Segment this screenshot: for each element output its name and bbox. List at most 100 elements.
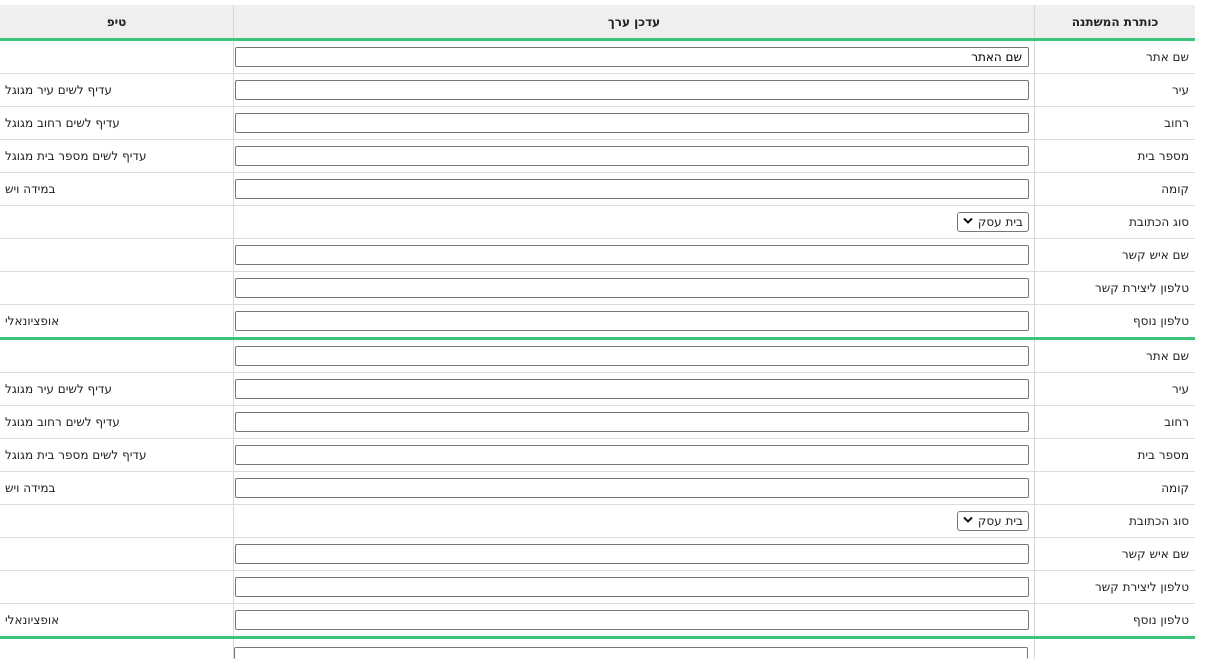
row-label: קומה [1034,472,1195,504]
row-label: טלפון נוסף [1034,604,1195,636]
table-row: עיר עדיף לשים עיר מגוגל [0,74,1195,107]
row-label-cell [1034,639,1195,659]
value-input[interactable] [235,544,1029,564]
row-label: טלפון ליצירת קשר [1034,272,1195,304]
row-label: שם איש קשר [1034,538,1195,570]
address-type-select[interactable]: בית עסק [957,511,1029,531]
value-input[interactable] [235,80,1029,100]
row-label: עיר [1034,373,1195,405]
header-tip: טיפ [106,14,127,29]
table-row: טלפון נוסף אופציונאלי [0,604,1195,636]
tip-cell: אופציונאלי [0,604,233,636]
value-cell [233,373,1034,405]
tip-cell [0,505,233,537]
value-input[interactable] [235,245,1029,265]
value-cell [233,639,1034,659]
value-input[interactable] [235,113,1029,133]
row-label: טלפון ליצירת קשר [1034,571,1195,603]
variables-table: כותרת המשתנה עדכן ערך טיפ שם אתרעירעדיף … [0,5,1195,659]
table-row: מספר בית עדיף לשים מספר בית מגוגל [0,140,1195,173]
table-row: טלפון נוסף אופציונאלי [0,305,1195,337]
address-group: שם אתרעיר עדיף לשים עיר מגוגל רחוב עדיף לשי… [0,41,1195,340]
value-cell [233,107,1034,139]
table-header: כותרת המשתנה עדכן ערך טיפ [0,5,1195,41]
value-input[interactable] [235,346,1029,366]
row-label: עיר [1034,74,1195,106]
value-input[interactable] [235,47,1029,67]
value-cell: בית עסק [233,505,1034,537]
tip-cell [0,239,233,271]
value-cell [233,41,1034,73]
tip-cell: במידה ויש [0,472,233,504]
tip-cell: עדיף לשים רחוב מגוגל [0,406,233,438]
tip-cell: עדיף לשים מספר בית מגוגל [0,439,233,471]
value-input[interactable] [235,412,1029,432]
row-label: שם אתר [1034,41,1195,73]
row-label: טלפון נוסף [1034,305,1195,337]
header-edit-value: עדכן ערך [233,5,1034,38]
value-cell: בית עסק [233,206,1034,238]
table-row: עיר עדיף לשים עיר מגוגל [0,373,1195,406]
table-row: שם איש קשר [0,239,1195,272]
value-input[interactable] [235,445,1029,465]
address-type-select[interactable]: בית עסק [957,212,1029,232]
tip-text: אופציונאלי [5,613,60,627]
tip-cell [0,538,233,570]
tip-cell [0,206,233,238]
row-label: מספר בית [1034,140,1195,172]
value-cell [233,538,1034,570]
value-cell [233,406,1034,438]
table-row: סוג הכתובת בית עסק [0,206,1195,239]
tip-text: עדיף לשים עיר מגוגל [5,382,112,396]
chevron-down-icon [963,217,973,228]
value-cell [233,571,1034,603]
value-cell [233,173,1034,205]
table-row: קומה במידה ויש [0,173,1195,206]
row-label: סוג הכתובת [1034,206,1195,238]
table-row: טלפון ליצירת קשר [0,272,1195,305]
value-cell [233,604,1034,636]
value-cell [233,305,1034,337]
tip-cell: עדיף לשים עיר מגוגל [0,74,233,106]
table-row: קומה במידה ויש [0,472,1195,505]
value-input[interactable] [235,311,1029,331]
value-input[interactable] [235,577,1029,597]
value-input[interactable] [235,146,1029,166]
tip-cell: אופציונאלי [0,305,233,337]
value-cell [233,340,1034,372]
value-input[interactable] [235,610,1029,630]
table-row: שם איש קשר [0,538,1195,571]
row-label: סוג הכתובת [1034,505,1195,537]
value-cell [233,439,1034,471]
tip-cell: עדיף לשים רחוב מגוגל [0,107,233,139]
row-label: שם אתר [1034,340,1195,372]
value-input[interactable] [235,179,1029,199]
select-value: בית עסק [977,215,1023,229]
tip-text: עדיף לשים מספר בית מגוגל [5,448,147,462]
value-cell [233,239,1034,271]
value-input[interactable] [235,278,1029,298]
row-label: שם איש קשר [1034,239,1195,271]
table-row: מספר בית עדיף לשים מספר בית מגוגל [0,439,1195,472]
next-group-row [0,639,1195,659]
tip-text: עדיף לשים רחוב מגוגל [5,116,120,130]
value-input[interactable] [235,478,1029,498]
select-value: בית עסק [977,514,1023,528]
row-label: קומה [1034,173,1195,205]
tip-text: במידה ויש [5,182,56,196]
tip-text: עדיף לשים מספר בית מגוגל [5,149,147,163]
tip-cell: עדיף לשים מספר בית מגוגל [0,140,233,172]
header-variable-title: כותרת המשתנה [1034,5,1195,38]
table-row: שם אתר [0,41,1195,74]
table-row: טלפון ליצירת קשר [0,571,1195,604]
row-label: מספר בית [1034,439,1195,471]
value-input[interactable] [235,379,1029,399]
tip-text: עדיף לשים רחוב מגוגל [5,415,120,429]
row-label: רחוב [1034,406,1195,438]
tip-cell [0,272,233,304]
value-cell [233,140,1034,172]
value-input[interactable] [234,647,1028,659]
tip-cell [0,571,233,603]
tip-text: במידה ויש [5,481,56,495]
address-group: שם אתרעיר עדיף לשים עיר מגוגל רחוב עדיף לשי… [0,340,1195,639]
